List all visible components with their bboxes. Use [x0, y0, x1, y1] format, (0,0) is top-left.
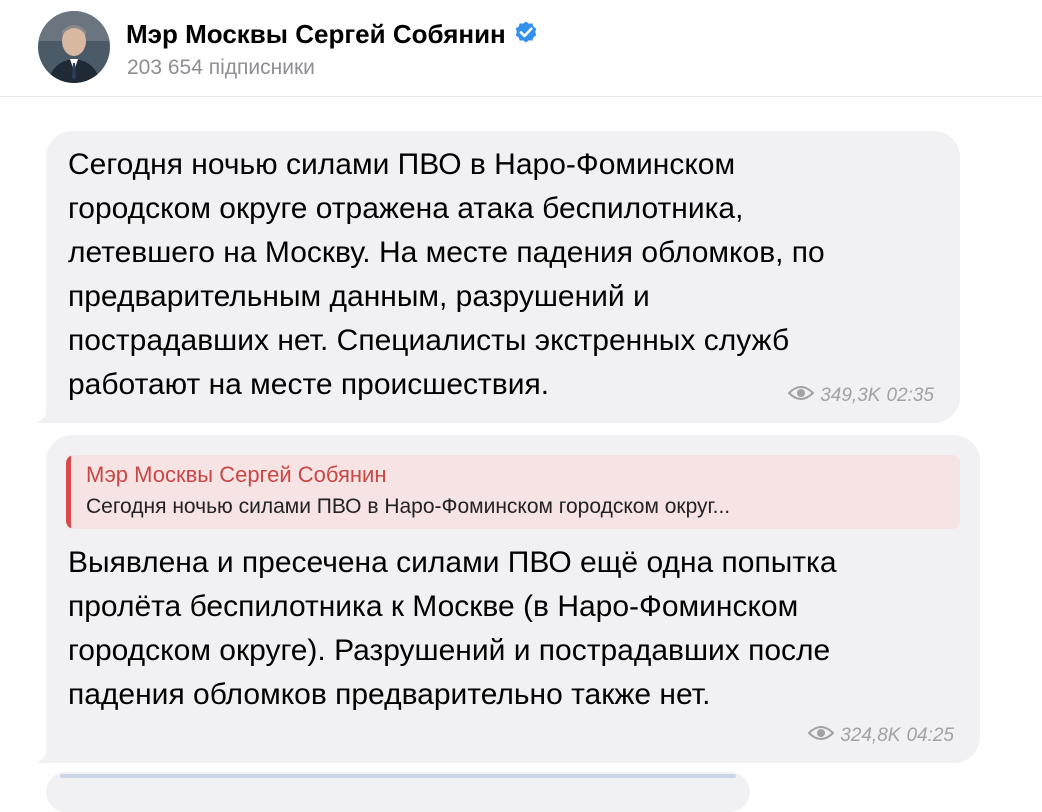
message-meta: 349,3K 02:35: [787, 385, 934, 407]
verified-badge-icon: [512, 18, 540, 53]
channel-title[interactable]: Мэр Москвы Сергей Собянин: [126, 18, 540, 53]
message-meta: 324,8K 04:25: [807, 725, 954, 747]
view-count: 324,8K: [840, 725, 901, 746]
media-preview-edge: [60, 774, 736, 778]
message-bubble[interactable]: Сегодня ночью силами ПВО в Наро-Фоминско…: [36, 131, 960, 423]
channel-avatar[interactable]: [38, 11, 110, 83]
reply-snippet: Сегодня ночью силами ПВО в Наро-Фоминско…: [86, 495, 731, 518]
message-time: 02:35: [886, 385, 934, 406]
views-icon: [807, 725, 835, 747]
message-text: Сегодня ночью силами ПВО в Наро-Фоминско…: [68, 148, 825, 401]
view-count: 349,3K: [820, 385, 881, 406]
message-time: 04:25: [906, 725, 954, 746]
bubble-tail: [36, 745, 50, 763]
reply-accent-bar: [66, 455, 71, 529]
bubble-tail: [36, 405, 50, 423]
message-text: Выявлена и пресечена силами ПВО ещё одна…: [68, 546, 837, 711]
views-icon: [787, 385, 815, 407]
reply-author: Мэр Москвы Сергей Собянин: [86, 462, 387, 487]
message-feed[interactable]: Сегодня ночью силами ПВО в Наро-Фоминско…: [0, 97, 1042, 812]
message-bubble[interactable]: Мэр Москвы Сергей Собянин Сегодня ночью …: [36, 435, 980, 763]
avatar-photo-icon: [38, 11, 110, 83]
channel-name-text: Мэр Москвы Сергей Собянин: [126, 19, 506, 49]
channel-header[interactable]: Мэр Москвы Сергей Собянин 203 654 підпис…: [0, 0, 1042, 97]
subscriber-count: 203 654 підписники: [127, 56, 315, 79]
reply-quote[interactable]: Мэр Москвы Сергей Собянин Сегодня ночью …: [66, 455, 960, 529]
message-bubble-partial[interactable]: [46, 772, 750, 812]
